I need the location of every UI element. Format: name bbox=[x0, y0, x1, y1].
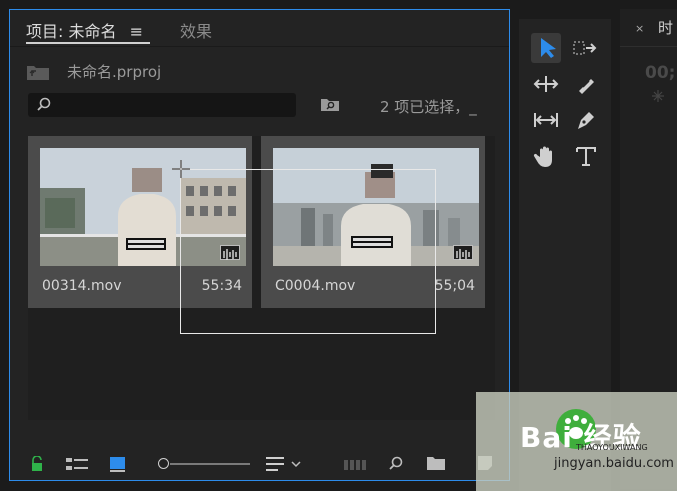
tool-selection[interactable] bbox=[531, 33, 561, 63]
selection-tool-icon bbox=[541, 38, 556, 58]
tool-slip[interactable] bbox=[531, 105, 561, 135]
razor-icon bbox=[579, 79, 594, 94]
icon-view-icon[interactable] bbox=[110, 456, 126, 472]
zoom-slider-handle[interactable] bbox=[158, 458, 169, 469]
tool-type[interactable] bbox=[571, 141, 601, 171]
track-select-forward-icon bbox=[573, 41, 597, 55]
timecode-display[interactable]: 00; bbox=[645, 63, 675, 83]
divider bbox=[10, 46, 509, 47]
find-in-bin-icon[interactable] bbox=[320, 97, 340, 112]
marquee-selection bbox=[180, 169, 436, 334]
list-view-icon[interactable] bbox=[66, 456, 88, 472]
new-bin-icon[interactable] bbox=[427, 456, 445, 470]
watermark: Bai 经验 THAOYOUXIWANG jingyan.baidu.com bbox=[476, 392, 677, 491]
pen-icon bbox=[578, 112, 594, 129]
tab-timeline[interactable]: 时 bbox=[658, 17, 673, 38]
automate-to-sequence-icon[interactable] bbox=[344, 456, 366, 472]
selection-status: 2 项已选择，_ bbox=[380, 98, 477, 116]
sort-icon[interactable] bbox=[266, 456, 306, 472]
tab-project-label: 项目: 未命名 bbox=[26, 22, 117, 41]
tab-effects[interactable]: 效果 bbox=[180, 18, 212, 42]
divider bbox=[620, 46, 677, 47]
search-input[interactable] bbox=[28, 93, 296, 117]
ripple-edit-icon bbox=[533, 76, 559, 92]
snap-icon[interactable] bbox=[650, 89, 666, 103]
tool-track-select[interactable] bbox=[571, 33, 601, 63]
tool-pen[interactable] bbox=[571, 105, 601, 135]
watermark-url: jingyan.baidu.com bbox=[554, 456, 674, 471]
clip-name: 00314.mov bbox=[42, 278, 122, 294]
active-tab-indicator bbox=[26, 42, 150, 44]
panel-menu-icon[interactable]: ≡ bbox=[130, 22, 143, 41]
clip-duration: 55;04 bbox=[434, 278, 475, 294]
find-icon[interactable] bbox=[388, 456, 404, 472]
folder-up-icon[interactable] bbox=[26, 63, 50, 81]
search-icon bbox=[37, 97, 51, 111]
slip-icon bbox=[534, 113, 558, 127]
zoom-slider[interactable] bbox=[170, 463, 250, 465]
tab-project[interactable]: 项目: 未命名 ≡ bbox=[26, 18, 143, 42]
lock-icon[interactable] bbox=[30, 456, 44, 472]
tool-razor[interactable] bbox=[571, 69, 601, 99]
tool-hand[interactable] bbox=[531, 141, 561, 171]
tool-ripple-edit[interactable] bbox=[531, 69, 561, 99]
audio-icon bbox=[453, 245, 473, 260]
cursor-icon bbox=[172, 160, 190, 178]
project-file-name: 未命名.prproj bbox=[67, 63, 162, 81]
type-tool-icon bbox=[576, 147, 596, 166]
hand-icon bbox=[533, 146, 552, 167]
watermark-subtitle: THAOYOUXIWANG bbox=[576, 443, 648, 452]
close-icon[interactable]: × bbox=[635, 22, 644, 35]
